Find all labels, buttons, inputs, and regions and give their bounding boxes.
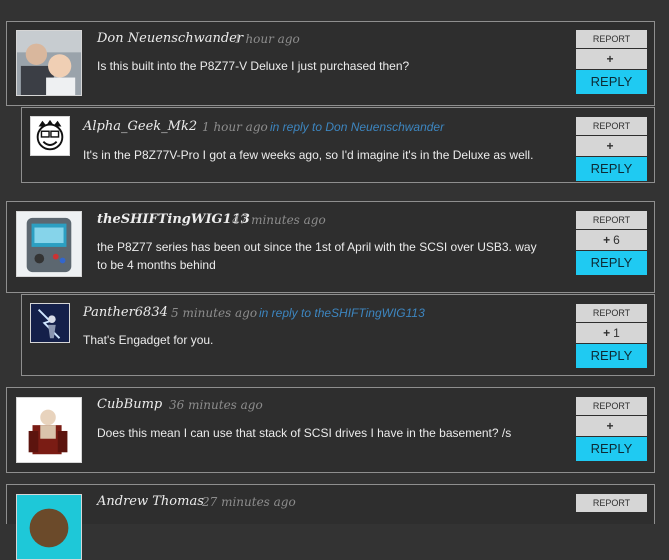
reply-button[interactable]: REPLY	[576, 251, 647, 275]
report-button[interactable]: REPORT	[576, 397, 647, 415]
report-button[interactable]: REPORT	[576, 494, 647, 512]
user-avatar[interactable]	[16, 211, 82, 277]
armchair-icon	[17, 398, 81, 462]
report-button[interactable]: REPORT	[576, 30, 647, 48]
comment-timestamp: 36 minutes ago	[169, 398, 263, 412]
lightning-figure-icon	[31, 304, 69, 342]
user-photo-icon	[17, 495, 81, 559]
reply-button[interactable]: REPLY	[576, 437, 647, 461]
upvote-button[interactable]: +	[576, 136, 647, 156]
comment-author[interactable]: Don Neuenschwander	[97, 31, 243, 46]
upvote-button[interactable]: +6	[576, 230, 647, 250]
comment-timestamp: 1 hour ago	[234, 32, 300, 46]
comment-author[interactable]: Panther6834	[83, 305, 168, 320]
plus-icon: +	[606, 52, 614, 66]
comment-actions: REPORT +6 REPLY	[576, 211, 647, 275]
comment-actions: REPORT + REPLY	[576, 397, 647, 461]
comment-card: Don Neuenschwander 1 hour ago Is this bu…	[6, 21, 655, 106]
plus-icon: +	[606, 419, 614, 433]
comment-card: Andrew Thomas 27 minutes ago REPORT	[6, 484, 655, 560]
reply-button[interactable]: REPLY	[576, 344, 647, 368]
user-photo-icon	[17, 31, 81, 95]
comment-timestamp: 5 minutes ago	[171, 306, 258, 320]
user-avatar[interactable]	[30, 116, 70, 156]
report-button[interactable]: REPORT	[576, 304, 647, 322]
reply-button[interactable]: REPLY	[576, 70, 647, 94]
handheld-device-icon	[17, 212, 81, 276]
plus-icon: +	[603, 326, 611, 340]
user-avatar[interactable]	[16, 397, 82, 463]
report-button[interactable]: REPORT	[576, 211, 647, 229]
reply-button[interactable]: REPLY	[576, 157, 647, 181]
cartoon-face-icon	[31, 117, 69, 155]
comment-body: That's Engadget for you.	[83, 333, 214, 347]
comment-author[interactable]: CubBump	[97, 397, 162, 412]
comment-body: Does this mean I can use that stack of S…	[97, 426, 512, 440]
comment-body: the P8Z77 series has been out since the …	[97, 240, 537, 272]
comment-card: theSHIFTingWIG113 47 minutes ago the P8Z…	[6, 201, 655, 293]
comment-author[interactable]: Alpha_Geek_Mk2	[83, 119, 197, 134]
vote-count: 1	[613, 326, 620, 340]
comment-actions: REPORT + REPLY	[576, 117, 647, 181]
comment-actions: REPORT +1 REPLY	[576, 304, 647, 368]
comment-actions: REPORT + REPLY	[576, 30, 647, 94]
comment-timestamp: 1 hour ago	[202, 120, 268, 134]
comment-card: CubBump 36 minutes ago Does this mean I …	[6, 387, 655, 473]
report-button[interactable]: REPORT	[576, 117, 647, 135]
in-reply-to-link[interactable]: in reply to Don Neuenschwander	[270, 120, 444, 134]
comment-actions: REPORT	[576, 494, 647, 513]
user-avatar[interactable]	[30, 303, 70, 343]
comment-author[interactable]: theSHIFTingWIG113	[97, 212, 250, 227]
comment-body: Is this built into the P8Z77-V Deluxe I …	[97, 59, 410, 73]
plus-icon: +	[603, 233, 611, 247]
vote-count: 6	[613, 233, 620, 247]
plus-icon: +	[606, 139, 614, 153]
user-avatar[interactable]	[16, 30, 82, 96]
in-reply-to-link[interactable]: in reply to theSHIFTingWIG113	[259, 306, 425, 320]
comment-timestamp: 47 minutes ago	[232, 213, 326, 227]
upvote-button[interactable]: +1	[576, 323, 647, 343]
comment-card-reply: Panther6834 5 minutes ago in reply to th…	[21, 294, 655, 376]
user-avatar[interactable]	[16, 494, 82, 560]
comment-body: It's in the P8Z77V-Pro I got a few weeks…	[83, 148, 534, 162]
upvote-button[interactable]: +	[576, 416, 647, 436]
upvote-button[interactable]: +	[576, 49, 647, 69]
comment-card-reply: Alpha_Geek_Mk2 1 hour ago in reply to Do…	[21, 107, 655, 183]
